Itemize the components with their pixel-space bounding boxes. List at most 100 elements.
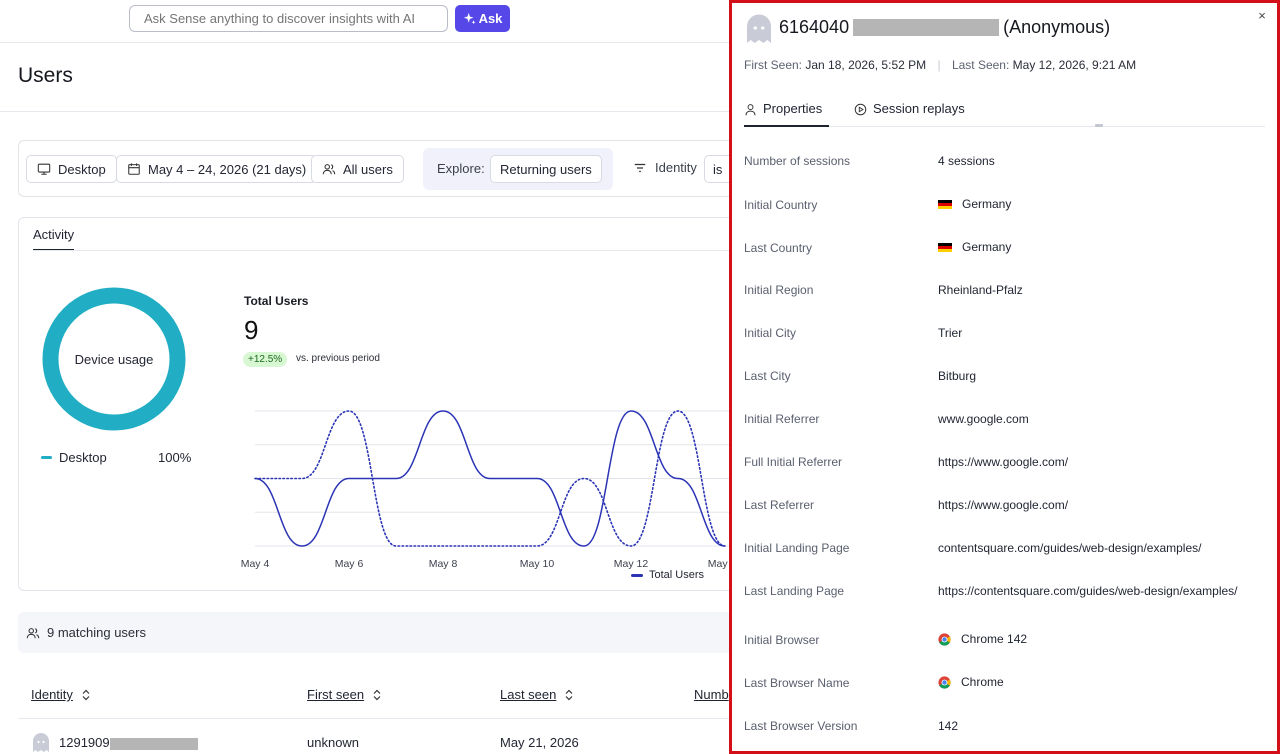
identity-filter[interactable]: Identity — [633, 160, 697, 175]
property-value-text: 142 — [938, 719, 959, 733]
sort-icon — [565, 689, 573, 700]
property-label: Number of sessions — [744, 154, 851, 168]
germany-flag-icon — [938, 199, 952, 210]
identity-filter-label: Identity — [655, 160, 697, 175]
property-value: contentsquare.com/guides/web-design/exam… — [938, 540, 1263, 557]
person-icon — [745, 104, 756, 116]
column-header-number[interactable]: Numb — [694, 687, 729, 702]
property-value-text: Chrome 142 — [961, 632, 1028, 646]
property-value: Trier — [938, 325, 1263, 342]
property-label: Initial Referrer — [744, 412, 820, 426]
segment-filter[interactable]: All users — [311, 155, 404, 183]
property-label: Initial Landing Page — [744, 541, 850, 555]
property-label: Initial City — [744, 326, 797, 340]
tab-properties-label: Properties — [763, 101, 823, 116]
explore-dropdown[interactable]: Returning users — [490, 155, 602, 183]
ghost-avatar-icon — [33, 733, 49, 752]
column-header-label: Last seen — [500, 687, 557, 702]
redacted-block — [853, 19, 1000, 36]
legend-desktop-percent: 100% — [158, 450, 192, 465]
monitor-icon — [37, 163, 51, 175]
activity-card: Activity Device usage Desktop 100% Total… — [18, 217, 749, 591]
ghost-avatar-icon — [747, 14, 771, 43]
date-range-label: May 4 – 24, 2026 (21 days) — [148, 161, 307, 177]
user-id-prefix: 6164040 — [779, 17, 850, 37]
chart-legend-label: Total Users — [649, 569, 705, 581]
chart-legend: Total Users — [631, 569, 704, 581]
user-details-panel: 6164040 (Anonymous) × First Seen: Jan 18… — [729, 0, 1280, 754]
property-label: Last Browser Version — [744, 719, 858, 733]
matching-users-count: 9 matching users — [47, 625, 146, 640]
calendar-icon — [128, 163, 140, 175]
sort-icon — [82, 689, 90, 700]
column-header-identity[interactable]: Identity — [31, 687, 91, 702]
tab-divider — [33, 250, 749, 251]
segment-label: All users — [343, 161, 393, 177]
close-icon[interactable]: × — [1255, 9, 1269, 23]
property-value-text: Germany — [962, 240, 1012, 254]
identity-value: 1291909 — [59, 735, 110, 750]
users-icon — [26, 627, 40, 638]
property-value-text: Chrome — [961, 675, 1004, 689]
property-value: https://www.google.com/ — [938, 454, 1263, 471]
property-value: https://www.google.com/ — [938, 497, 1263, 514]
property-label: Initial Country — [744, 198, 818, 212]
x-tick-label: May 4 — [241, 558, 270, 570]
column-header-label: First seen — [307, 687, 365, 702]
page-title: Users — [18, 64, 73, 87]
filter-bar: Desktop May 4 – 24, 2026 (21 days) All u… — [18, 140, 748, 197]
property-value-text: Germany — [962, 197, 1012, 211]
property-value-text: https://www.google.com/ — [938, 455, 1069, 469]
tab-activity[interactable]: Activity — [33, 227, 75, 251]
property-label: Initial Browser — [744, 633, 820, 647]
total-users-title: Total Users — [244, 294, 309, 308]
first-seen-label: First Seen: — [744, 58, 803, 72]
chart-legend-swatch — [631, 573, 643, 577]
property-value: 142 — [938, 718, 1263, 735]
donut-legend-desktop: Desktop — [41, 450, 107, 465]
last-seen-label: Last Seen: — [951, 58, 1010, 72]
table-row-identity[interactable]: 1291909 — [59, 735, 198, 750]
property-value-text: https://www.google.com/ — [938, 498, 1069, 512]
property-label: Initial Region — [744, 283, 814, 297]
user-anonymous-tag: (Anonymous) — [1003, 17, 1111, 37]
property-value-text: www.google.com — [938, 412, 1029, 426]
property-value-text: contentsquare.com/guides/web-design/exam… — [938, 541, 1202, 555]
ask-button-label: Ask — [478, 11, 503, 26]
property-label: Last City — [744, 369, 791, 383]
column-header-label: Numb — [694, 687, 729, 702]
device-filter-label: Desktop — [58, 161, 106, 177]
ask-button[interactable]: Ask — [455, 5, 510, 32]
ask-sense-input[interactable] — [129, 5, 448, 32]
table-row-last-seen: May 21, 2026 — [500, 735, 579, 750]
column-header-last-seen[interactable]: Last seen — [500, 687, 574, 702]
delta-text: vs. previous period — [296, 353, 380, 364]
property-value: Rheinland-Pfalz — [938, 282, 1263, 299]
property-value-text: Rheinland-Pfalz — [938, 283, 1023, 297]
property-label: Last Landing Page — [744, 584, 845, 598]
divider — [0, 111, 730, 112]
x-tick-label: May 10 — [520, 558, 555, 570]
sort-icon — [373, 689, 381, 700]
first-seen-value: Jan 18, 2026, 5:52 PM — [805, 58, 927, 72]
x-tick-label: May 6 — [335, 558, 364, 570]
property-value: Chrome 142 — [938, 631, 1263, 648]
property-label: Full Initial Referrer — [744, 455, 843, 469]
table-header-divider — [18, 718, 730, 719]
column-header-first-seen[interactable]: First seen — [307, 687, 382, 702]
property-value-text: https://contentsquare.com/guides/web-des… — [938, 584, 1238, 598]
date-range-filter[interactable]: May 4 – 24, 2026 (21 days) — [116, 155, 318, 183]
property-value-text: Bitburg — [938, 369, 977, 383]
play-circle-icon — [854, 103, 867, 116]
device-filter[interactable]: Desktop — [26, 155, 117, 183]
total-users-line-chart: May 4 May 6 May 8 May 10 May 12 May 14 — [241, 410, 749, 570]
tab-session-replays[interactable]: Session replays — [854, 101, 965, 127]
panel-tabs: Properties Session replays — [744, 101, 1265, 127]
x-tick-label: May 8 — [429, 558, 458, 570]
explore-label: Explore: — [437, 161, 485, 176]
property-value: www.google.com — [938, 411, 1263, 428]
property-label: Last Referrer — [744, 498, 815, 512]
tab-properties[interactable]: Properties — [744, 101, 829, 127]
delta-badge: +12.5% — [243, 352, 288, 367]
separator: | — [937, 58, 941, 72]
